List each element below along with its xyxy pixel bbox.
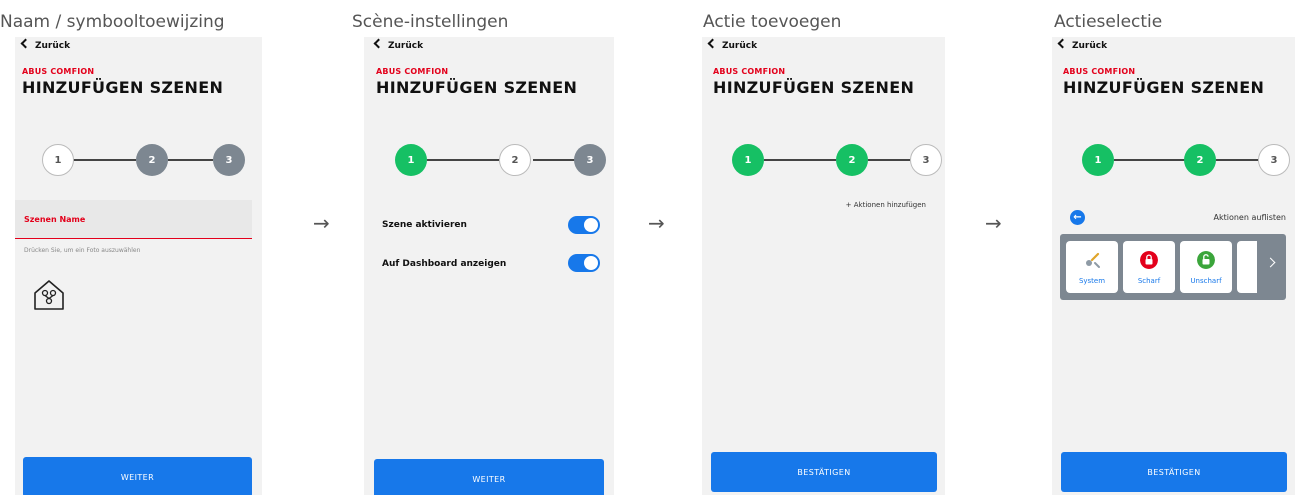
- action-card-label: Scharf: [1137, 277, 1161, 285]
- action-card-disarm[interactable]: Unscharf: [1180, 241, 1232, 293]
- step-1: 1: [42, 144, 74, 176]
- page-title: HINZUFÜGEN SZENEN: [22, 78, 224, 97]
- next-button[interactable]: WEITER: [23, 457, 252, 495]
- chevron-left-icon: [1057, 38, 1068, 49]
- smart-home-icon[interactable]: [32, 278, 66, 312]
- next-arrow-icon: →: [313, 211, 330, 235]
- step-3: 3: [213, 144, 245, 176]
- step-1: 1: [395, 144, 427, 176]
- back-label: Zurück: [722, 41, 758, 51]
- step-2: 2: [499, 144, 531, 176]
- action-card-arm[interactable]: Scharf: [1123, 241, 1175, 293]
- stepper-line: [533, 159, 575, 161]
- show-dashboard-label: Auf Dashboard anzeigen: [382, 259, 507, 269]
- back-button[interactable]: Zurück: [707, 38, 758, 51]
- back-label: Zurück: [1072, 41, 1108, 51]
- stepper: 1 2 3: [391, 144, 606, 176]
- screen-name-icon: Zurück ABUS COMFION HINZUFÜGEN SZENEN 1 …: [15, 37, 262, 495]
- show-dashboard-toggle[interactable]: [568, 254, 600, 272]
- step-2: 2: [136, 144, 168, 176]
- stepper-line: [1114, 159, 1186, 161]
- toggle-knob: [584, 218, 598, 232]
- confirm-button[interactable]: BESTÄTIGEN: [711, 452, 937, 492]
- back-button[interactable]: Zurück: [1057, 38, 1108, 51]
- caption-add-action: Actie toevoegen: [703, 12, 842, 32]
- page-title: HINZUFÜGEN SZENEN: [713, 78, 915, 97]
- add-action-link[interactable]: + Aktionen hinzufügen: [846, 201, 926, 209]
- next-button[interactable]: WEITER: [374, 459, 604, 495]
- back-button[interactable]: Zurück: [373, 38, 424, 51]
- brand-label: ABUS COMFION: [376, 67, 449, 76]
- brand-label: ABUS COMFION: [1063, 67, 1136, 76]
- stepper-line: [868, 159, 910, 161]
- step-3: 3: [1258, 144, 1290, 176]
- caption-action-selection: Actieselectie: [1054, 12, 1163, 32]
- next-arrow-icon: →: [985, 211, 1002, 235]
- screen-action-selection: Zurück ABUS COMFION HINZUFÜGEN SZENEN 1 …: [1052, 37, 1295, 495]
- action-card-partial[interactable]: [1237, 241, 1257, 293]
- stepper-line: [427, 159, 499, 161]
- screen-scene-settings: Zurück ABUS COMFION HINZUFÜGEN SZENEN 1 …: [364, 37, 614, 495]
- caption-scene-settings: Scène-instellingen: [352, 12, 509, 32]
- back-label: Zurück: [388, 41, 424, 51]
- tools-icon: [1086, 252, 1100, 268]
- caption-name-icon: Naam / symbooltoewijzing: [0, 12, 225, 32]
- brand-label: ABUS COMFION: [713, 67, 786, 76]
- scene-name-label: Szenen Name: [24, 215, 86, 224]
- step-1: 1: [732, 144, 764, 176]
- action-card-system[interactable]: System: [1066, 241, 1118, 293]
- stepper: 1 2 3: [730, 144, 942, 176]
- photo-hint: Drücken Sie, um ein Foto auszuwählen: [24, 247, 141, 254]
- scene-name-field[interactable]: Szenen Name: [15, 200, 252, 239]
- action-card-label: System: [1078, 277, 1106, 285]
- step-1: 1: [1082, 144, 1114, 176]
- action-tray: System Scharf Unscharf: [1060, 234, 1286, 300]
- activate-scene-toggle[interactable]: [568, 216, 600, 234]
- back-label: Zurück: [35, 41, 71, 51]
- back-arrow-icon[interactable]: ←: [1070, 210, 1085, 225]
- stepper-line: [1216, 159, 1258, 161]
- chevron-left-icon: [707, 38, 718, 49]
- step-2: 2: [1184, 144, 1216, 176]
- toggle-knob: [584, 256, 598, 270]
- action-card-label: Unscharf: [1190, 277, 1222, 285]
- lock-closed-icon: [1140, 251, 1158, 269]
- page-title: HINZUFÜGEN SZENEN: [376, 78, 578, 97]
- stepper-line: [64, 159, 136, 161]
- step-3: 3: [574, 144, 606, 176]
- stepper-line: [168, 159, 213, 161]
- screen-add-action: Zurück ABUS COMFION HINZUFÜGEN SZENEN 1 …: [702, 37, 945, 495]
- page-title: HINZUFÜGEN SZENEN: [1063, 78, 1265, 97]
- activate-scene-label: Szene aktivieren: [382, 220, 467, 230]
- confirm-button[interactable]: BESTÄTIGEN: [1061, 452, 1287, 492]
- brand-label: ABUS COMFION: [22, 67, 95, 76]
- step-2: 2: [836, 144, 868, 176]
- chevron-left-icon: [373, 38, 384, 49]
- list-actions-label[interactable]: Aktionen auflisten: [1214, 213, 1287, 222]
- stepper: 1 2 3: [32, 144, 245, 176]
- stepper: 1 2 3: [1078, 144, 1290, 176]
- chevron-left-icon: [20, 38, 31, 49]
- next-arrow-icon: →: [648, 211, 665, 235]
- step-3: 3: [910, 144, 942, 176]
- back-button[interactable]: Zurück: [20, 38, 71, 51]
- lock-open-icon: [1197, 251, 1215, 269]
- chevron-right-icon[interactable]: [1265, 257, 1276, 268]
- stepper-line: [764, 159, 836, 161]
